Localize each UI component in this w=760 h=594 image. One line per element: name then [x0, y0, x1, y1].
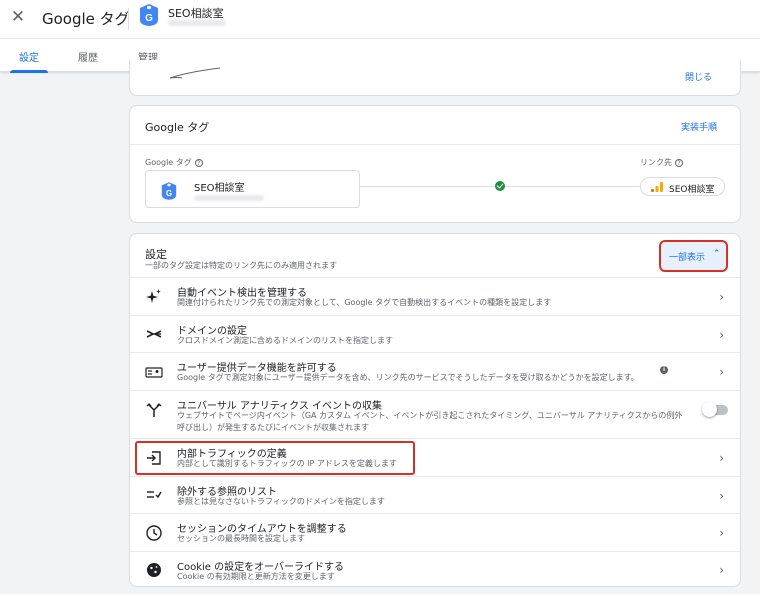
badge-letter: G	[145, 13, 153, 24]
google-tag-icon: G	[161, 182, 177, 200]
ua-events-toggle[interactable]	[702, 402, 728, 417]
destination-label: リンク先?	[640, 157, 683, 168]
help-icon[interactable]: ?	[675, 158, 683, 167]
top-card: 閉じる	[129, 60, 741, 96]
enter-icon	[147, 451, 161, 465]
chevron-right-icon: ›	[719, 563, 724, 577]
user-data-icon	[145, 367, 163, 378]
row-description: 内部として識別するトラフィックの IP アドレスを定義します	[177, 459, 397, 468]
clock-icon	[146, 525, 162, 541]
tag-id-redacted	[194, 195, 264, 201]
settings-row-auto-events[interactable]: 自動イベント検出を管理する 関連付けられたリンク先での測定対象として、Googl…	[130, 277, 740, 315]
exclude-list-icon	[147, 491, 162, 499]
tag-label-text: Google タグ	[145, 158, 192, 167]
tab-history[interactable]: 履歴	[78, 49, 98, 64]
check-circle-icon	[495, 181, 505, 191]
settings-subtitle: 一部のタグ設定は特定のリンク先にのみ適用されます	[145, 261, 337, 270]
account-name: SEO相談室	[168, 7, 224, 20]
settings-row-user-data[interactable]: ユーザー提供データ機能を許可する Google タグで測定対象にユーザー提供デー…	[130, 352, 740, 390]
row-description: Google タグで測定対象にユーザー提供データを含め、リンク先のサービスでそう…	[177, 373, 639, 382]
show-less-label: 一部表示	[669, 253, 706, 263]
chevron-right-icon: ›	[719, 365, 724, 379]
chevron-up-icon: ⌃	[713, 249, 721, 259]
tag-label: Google タグ?	[145, 157, 203, 168]
help-icon[interactable]: ?	[194, 158, 203, 167]
show-less-button[interactable]: 一部表示 ⌃	[659, 240, 728, 272]
setup-instructions-link[interactable]: 実装手順	[681, 120, 717, 133]
divider	[130, 144, 740, 145]
settings-row-excluded-referrals[interactable]: 除外する参照のリスト 参照とは見なさないトラフィックのドメインを指定します ›	[130, 476, 740, 513]
card-title: Google タグ	[145, 121, 210, 134]
row-description: 関連付けられたリンク先での測定対象として、Google タグで自動検出するイベン…	[177, 298, 552, 307]
settings-row-internal-traffic[interactable]: 内部トラフィックの定義 内部として識別するトラフィックの IP アドレスを定義し…	[130, 438, 740, 476]
google-tag-box[interactable]: G SEO相談室	[145, 170, 360, 208]
destination-label-text: リンク先	[640, 158, 672, 167]
google-tag-card: Google タグ 実装手順 Google タグ? リンク先? G SEO相談室…	[129, 105, 741, 223]
sparkle-icon	[146, 289, 161, 303]
chevron-right-icon: ›	[719, 489, 724, 503]
tag-name: SEO相談室	[194, 183, 245, 194]
settings-row-domains[interactable]: ドメインの設定 クロスドメイン測定に含めるドメインのリストを指定します ›	[130, 315, 740, 352]
row-description: クロスドメイン測定に含めるドメインのリストを指定します	[177, 336, 393, 345]
settings-row-cookie[interactable]: Cookie の設定をオーバーライドする Cookie の有効期限と更新方法を変…	[130, 551, 740, 586]
illustration-fragment	[169, 67, 221, 79]
row-description-line2: 呼び出し）が発生するたびにイベントが収集されます	[177, 423, 369, 432]
row-description: セッションの最長時間を設定します	[177, 534, 305, 543]
row-description: ウェブサイトでページ内イベント（GA カスタム イベント、イベントが引き起こされ…	[177, 411, 683, 420]
account-id-redacted	[168, 20, 226, 26]
merge-icon	[146, 403, 162, 417]
row-description: Cookie の有効期限と更新方法を変更します	[177, 572, 335, 581]
app-title: Google タグ	[42, 10, 130, 28]
settings-row-ua-events: ユニバーサル アナリティクス イベントの収集 ウェブサイトでページ内イベント（G…	[130, 390, 740, 438]
chevron-right-icon: ›	[719, 526, 724, 540]
close-link[interactable]: 閉じる	[685, 70, 712, 83]
close-icon[interactable]: ✕	[9, 8, 27, 26]
analytics-icon	[651, 182, 663, 192]
info-icon[interactable]: i	[660, 366, 668, 374]
settings-card: 設定 一部のタグ設定は特定のリンク先にのみ適用されます 一部表示 ⌃ 自動イベン…	[129, 233, 741, 587]
cross-domain-icon	[146, 330, 162, 338]
chevron-right-icon: ›	[719, 328, 724, 342]
tab-settings[interactable]: 設定	[19, 49, 39, 64]
app-header: ✕ Google タグ G SEO相談室	[0, 0, 760, 38]
toggle-knob	[702, 402, 717, 417]
active-tab-indicator	[10, 70, 48, 73]
settings-row-session-timeout[interactable]: セッションのタイムアウトを調整する セッションの最長時間を設定します ›	[130, 513, 740, 551]
destination-chip[interactable]: SEO相談室	[640, 177, 725, 196]
destination-name: SEO相談室	[669, 185, 715, 195]
chevron-right-icon: ›	[719, 451, 724, 465]
google-tag-icon: G	[140, 4, 158, 26]
badge-letter: G	[166, 189, 172, 198]
header-divider	[128, 8, 129, 30]
chevron-right-icon: ›	[719, 290, 724, 304]
cookie-icon	[147, 563, 161, 577]
row-description: 参照とは見なさないトラフィックのドメインを指定します	[177, 497, 385, 506]
